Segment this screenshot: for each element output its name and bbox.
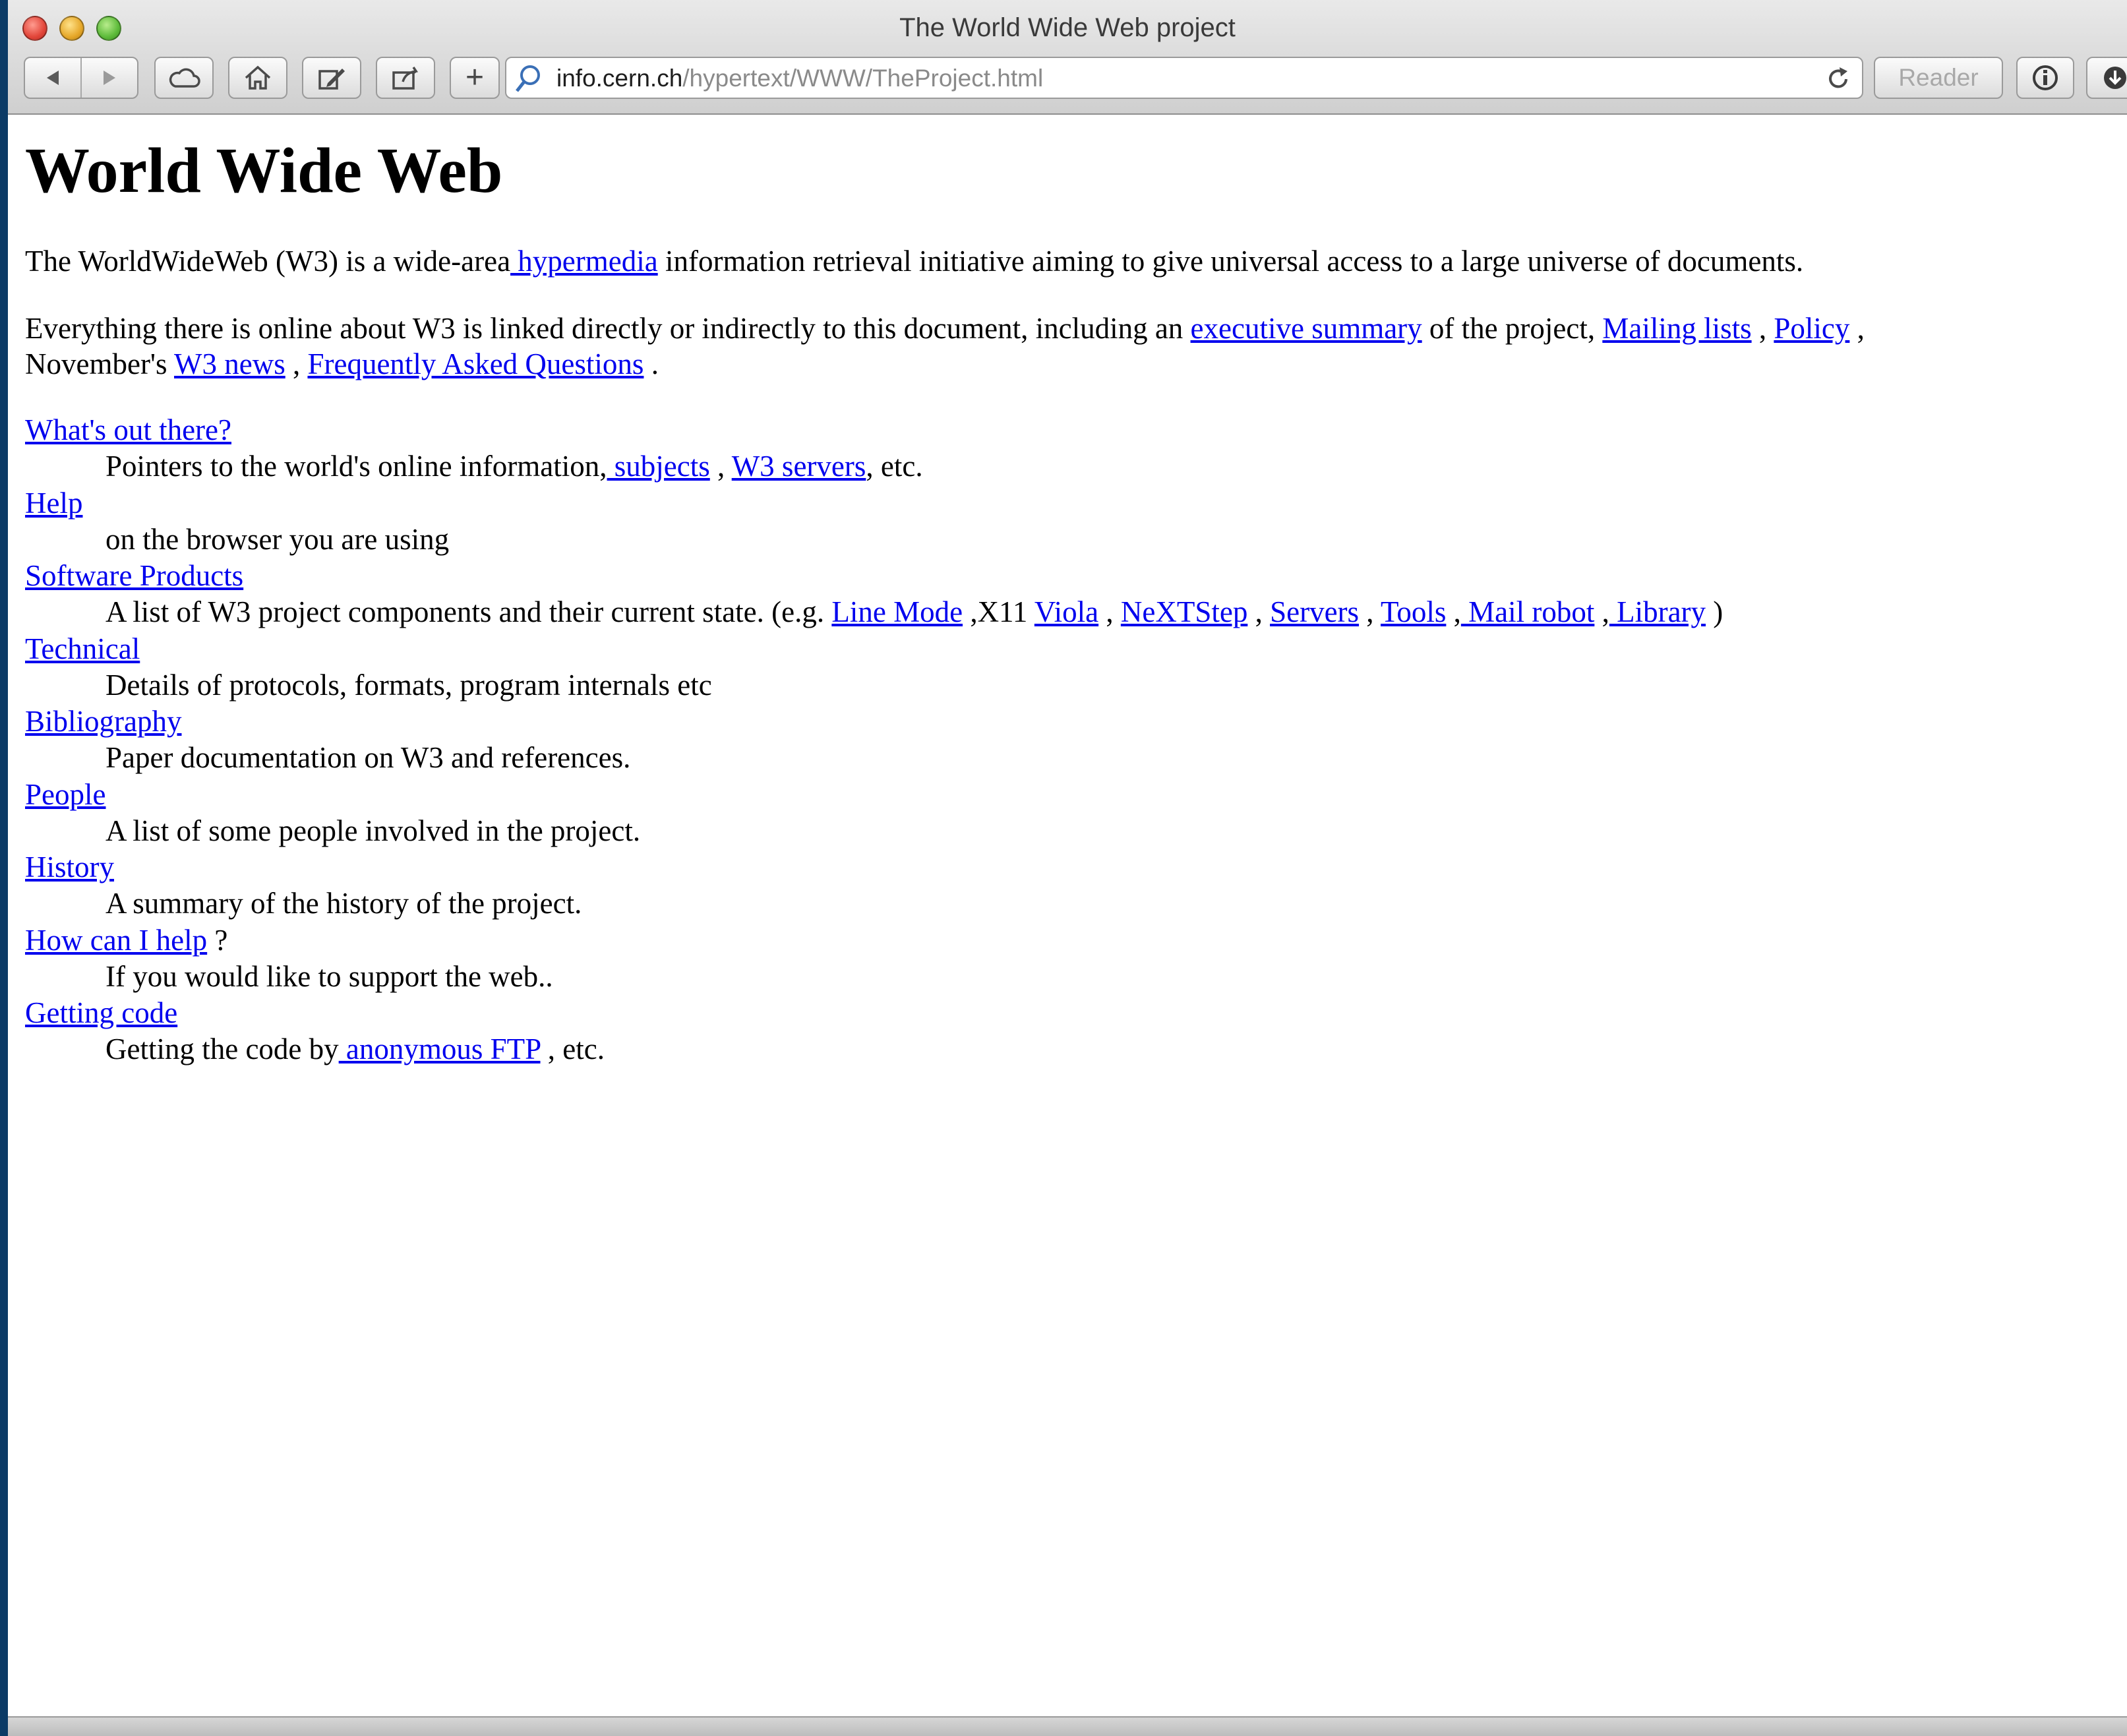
separator-text: , <box>1098 595 1121 628</box>
download-icon <box>2104 67 2126 89</box>
intro-text: The WorldWideWeb (W3) is a wide-area <box>25 245 511 278</box>
subjects-link[interactable]: subjects <box>607 450 710 483</box>
w3-news-link[interactable]: W3 news <box>174 347 285 380</box>
policy-link[interactable]: Policy <box>1774 312 1849 345</box>
w3-servers-link[interactable]: W3 servers <box>732 450 866 483</box>
anonymous-ftp-link[interactable]: anonymous FTP <box>339 1033 541 1065</box>
separator-text: , <box>1849 312 1865 345</box>
separator-text: , <box>1594 595 1609 628</box>
separator-text: ) <box>1706 595 1723 628</box>
forward-button[interactable] <box>82 58 137 98</box>
intro-paragraph: The WorldWideWeb (W3) is a wide-area hyp… <box>25 243 1803 280</box>
add-bookmark-button[interactable]: + <box>450 57 500 99</box>
icloud-tabs-button[interactable] <box>154 57 214 99</box>
separator-text: , <box>1247 595 1271 628</box>
library-link[interactable]: Library <box>1609 595 1706 628</box>
window-bottom-edge <box>8 1716 2127 1736</box>
separator-text: , <box>709 450 732 483</box>
back-icon <box>47 71 59 85</box>
overview-paragraph-line1: Everything there is online about W3 is l… <box>25 310 1865 347</box>
executive-summary-link[interactable]: executive summary <box>1191 312 1422 345</box>
plus-icon: + <box>465 60 485 95</box>
overview-text: of the project, <box>1422 312 1603 345</box>
overview-text: November's <box>25 347 174 380</box>
item-description: on the browser you are using <box>105 522 450 556</box>
edit-icon <box>318 69 345 90</box>
technical-link[interactable]: Technical <box>25 632 140 665</box>
home-button[interactable] <box>228 57 287 99</box>
faq-link[interactable]: Frequently Asked Questions <box>307 347 644 380</box>
history-link[interactable]: History <box>25 851 114 883</box>
reader-button[interactable]: Reader <box>1874 57 2003 99</box>
item-description: Pointers to the world's online informati… <box>105 448 923 485</box>
mailing-lists-link[interactable]: Mailing lists <box>1602 312 1751 345</box>
description-text: Getting the code by <box>105 1033 339 1065</box>
share-icon <box>392 67 419 90</box>
home-icon <box>245 65 271 90</box>
description-text: , etc. <box>540 1033 605 1065</box>
item-description: Details of protocols, formats, program i… <box>105 668 712 702</box>
share-button[interactable] <box>376 57 435 99</box>
downloads-button[interactable] <box>2086 57 2127 99</box>
item-description: Paper documentation on W3 and references… <box>105 741 631 774</box>
tools-link[interactable]: Tools <box>1381 595 1446 628</box>
info-icon <box>2033 65 2058 90</box>
separator-text: , <box>1446 595 1461 628</box>
item-description: A list of some people involved in the pr… <box>105 814 641 847</box>
edit-button[interactable] <box>302 57 361 99</box>
browser-window: The World Wide Web project + info.cern.c… <box>8 0 2127 1736</box>
item-description: A list of W3 project components and thei… <box>105 593 1723 630</box>
overview-paragraph-line2: November's W3 news , Frequently Asked Qu… <box>25 345 659 382</box>
search-icon <box>516 65 540 92</box>
question-mark: ? <box>207 923 228 957</box>
back-button[interactable] <box>25 58 80 98</box>
servers-link[interactable]: Servers <box>1270 595 1359 628</box>
description-text: , etc. <box>866 450 923 483</box>
item-description: A summary of the history of the project. <box>105 887 582 920</box>
help-link[interactable]: Help <box>25 487 82 520</box>
item-description: Getting the code by anonymous FTP , etc. <box>105 1031 605 1067</box>
bibliography-link[interactable]: Bibliography <box>25 705 181 738</box>
getting-code-link[interactable]: Getting code <box>25 996 177 1029</box>
overview-text: Everything there is online about W3 is l… <box>25 312 1191 345</box>
intro-text-end: information retrieval initiative aiming … <box>657 245 1804 278</box>
line-mode-link[interactable]: Line Mode <box>831 595 963 628</box>
how-can-i-help-link[interactable]: How can I help <box>25 924 207 957</box>
reload-icon[interactable] <box>1824 65 1853 94</box>
address-bar[interactable]: info.cern.ch/hypertext/WWW/TheProject.ht… <box>505 57 1863 99</box>
description-text: Pointers to the world's online informati… <box>105 450 607 483</box>
item-description: If you would like to support the web.. <box>105 959 553 993</box>
info-button[interactable] <box>2016 57 2074 99</box>
description-text: A list of W3 project components and thei… <box>105 595 832 628</box>
hypermedia-link[interactable]: hypermedia <box>510 245 657 278</box>
window-title: The World Wide Web project <box>899 13 1236 42</box>
separator-text: , <box>1359 595 1381 628</box>
software-products-link[interactable]: Software Products <box>25 559 243 592</box>
page-title: World Wide Web <box>25 135 503 206</box>
separator-text: , <box>285 347 308 380</box>
address-path: /hypertext/WWW/TheProject.html <box>682 65 1044 92</box>
separator-text: , <box>1751 312 1774 345</box>
separator-text: . <box>644 347 659 380</box>
nextstep-link[interactable]: NeXTStep <box>1121 595 1247 628</box>
browser-toolbar: The World Wide Web project + info.cern.c… <box>8 0 2127 115</box>
mail-robot-link[interactable]: Mail robot <box>1461 595 1594 628</box>
address-host: info.cern.ch <box>556 65 683 92</box>
address-text: info.cern.ch/hypertext/WWW/TheProject.ht… <box>556 63 1043 94</box>
forward-icon <box>103 71 115 85</box>
icloud-tabs-icon <box>169 68 200 88</box>
whats-out-there-link[interactable]: What's out there? <box>25 413 231 446</box>
back-forward-group <box>24 57 138 99</box>
description-text: ,X11 <box>963 595 1034 628</box>
people-link[interactable]: People <box>25 778 105 811</box>
viola-link[interactable]: Viola <box>1034 595 1098 628</box>
